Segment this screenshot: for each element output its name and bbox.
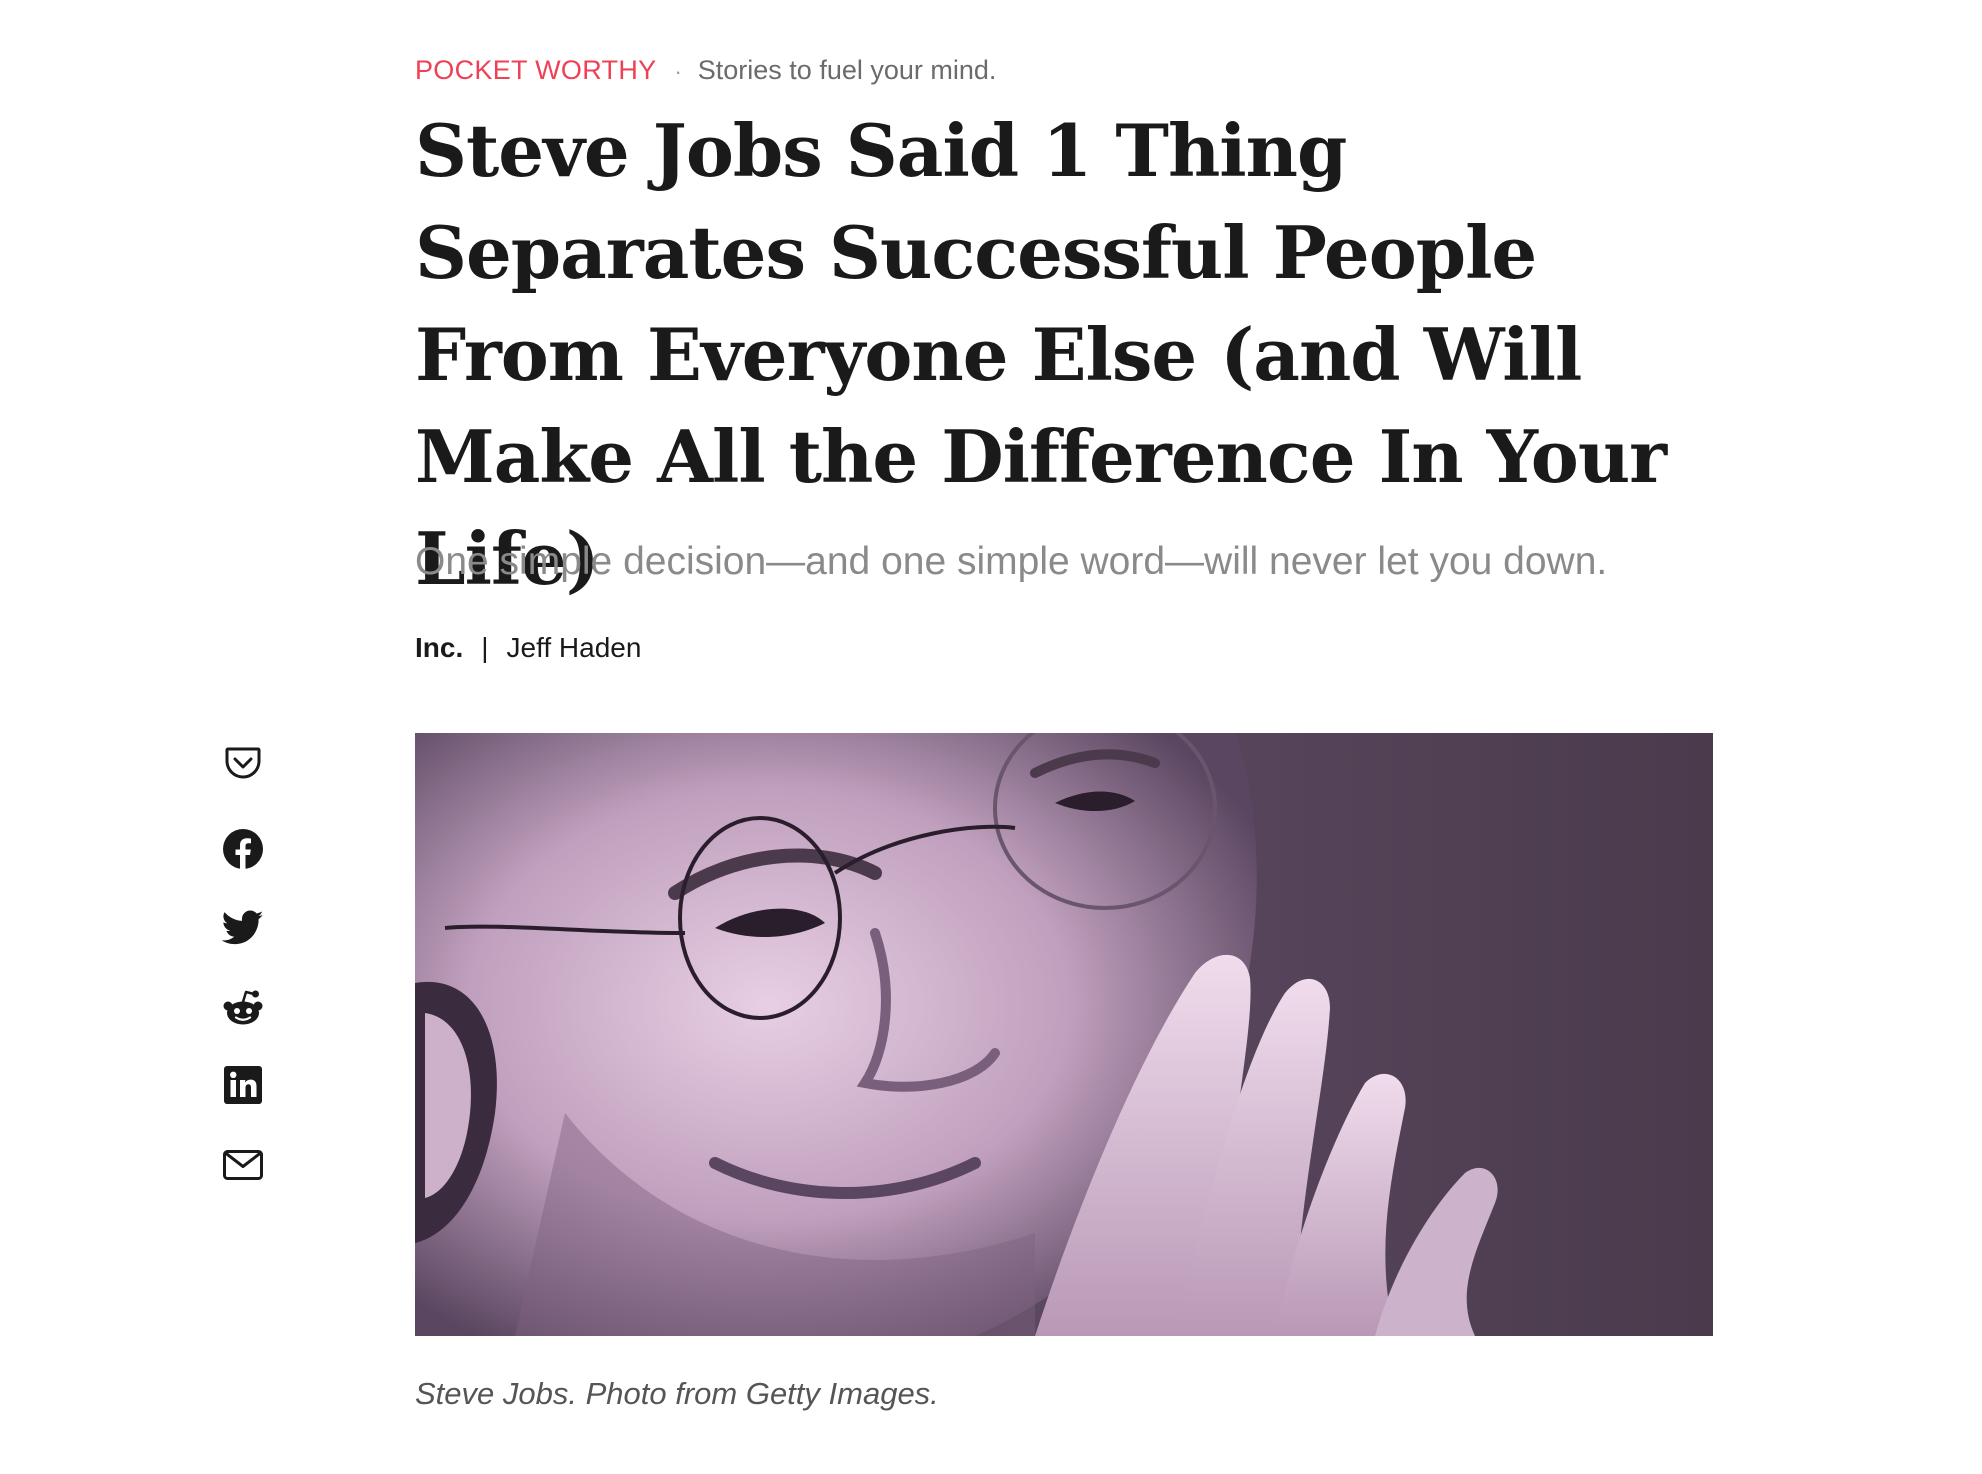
article-kicker: POCKET WORTHY · Stories to fuel your mind. bbox=[415, 52, 996, 90]
facebook-icon bbox=[222, 828, 264, 870]
image-caption: Steve Jobs. Photo from Getty Images. bbox=[415, 1376, 939, 1411]
linkedin-icon bbox=[223, 1065, 263, 1105]
byline: Inc. | Jeff Haden bbox=[415, 628, 641, 668]
share-reddit-button[interactable] bbox=[218, 982, 268, 1032]
kicker-tagline: Stories to fuel your mind. bbox=[697, 55, 997, 85]
byline-divider: | bbox=[481, 632, 489, 663]
reddit-icon bbox=[222, 988, 264, 1026]
kicker-separator: · bbox=[674, 59, 682, 84]
twitter-icon bbox=[222, 910, 264, 946]
publisher-name[interactable]: Inc. bbox=[415, 632, 463, 663]
share-facebook-button[interactable] bbox=[218, 824, 268, 874]
author-name[interactable]: Jeff Haden bbox=[507, 632, 642, 663]
share-email-button[interactable] bbox=[218, 1140, 268, 1190]
pocket-icon bbox=[223, 742, 263, 782]
article-page: POCKET WORTHY · Stories to fuel your mind.… bbox=[0, 0, 1982, 1474]
pocket-worthy-label[interactable]: POCKET WORTHY bbox=[415, 55, 656, 85]
share-linkedin-button[interactable] bbox=[218, 1060, 268, 1110]
save-to-pocket-button[interactable] bbox=[218, 737, 268, 787]
article-subtitle: One simple decision—and one simple word—… bbox=[415, 540, 1608, 583]
email-icon bbox=[222, 1149, 264, 1181]
article-hero-image bbox=[415, 733, 1713, 1336]
share-twitter-button[interactable] bbox=[218, 903, 268, 953]
